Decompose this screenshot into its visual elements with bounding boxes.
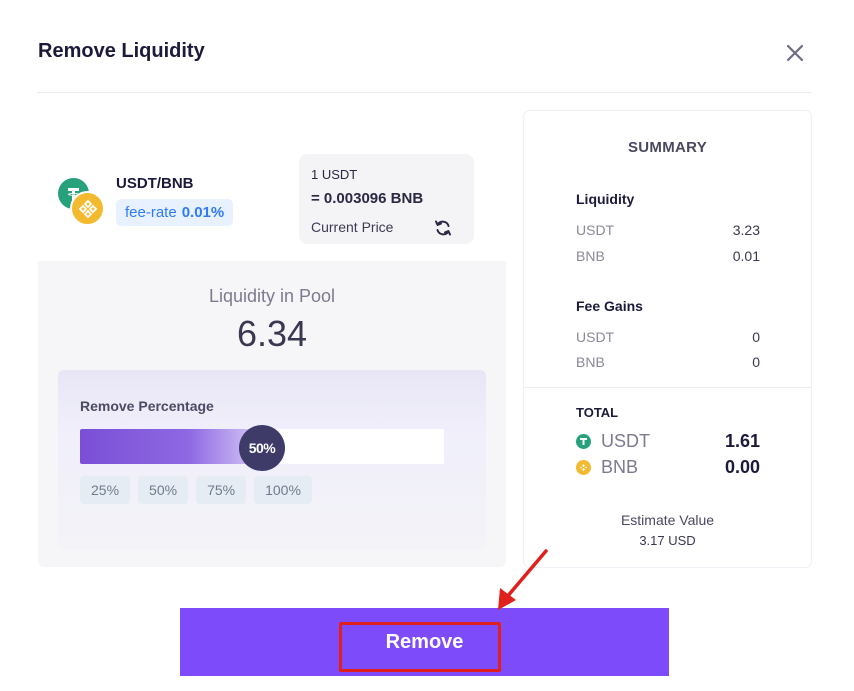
liquidity-row-bnb: BNB 0.01: [576, 248, 760, 264]
percentage-slider[interactable]: 50%: [80, 425, 444, 471]
remove-percentage-panel: Remove Percentage 50% 25% 50% 75% 100%: [58, 370, 486, 550]
liquidity-in-pool-value: 6.34: [236, 313, 308, 354]
price-base: 1 USDT: [311, 167, 358, 182]
fee-rate-label: fee-rate: [125, 204, 177, 221]
pair-card: USDT/BNB fee-rate 0.01% 1 USDT = 0.00309…: [38, 111, 506, 567]
refresh-icon[interactable]: [433, 218, 453, 238]
liquidity-section-title: Liquidity: [576, 191, 635, 207]
remove-percentage-title: Remove Percentage: [80, 398, 214, 414]
fee-gains-section-title: Fee Gains: [576, 298, 643, 314]
fee-gains-row-usdt: USDT 0: [576, 329, 760, 345]
row-token: BNB: [576, 354, 605, 370]
slider-fill: [80, 429, 262, 464]
total-row-bnb: BNB 0.00: [576, 457, 760, 478]
row-token: USDT: [576, 222, 615, 238]
summary-divider: [524, 387, 811, 388]
price-quote: = 0.003096 BNB: [311, 190, 424, 207]
row-token: BNB: [576, 248, 605, 264]
estimate-value: 3.17 USD: [639, 533, 696, 548]
pair-name: USDT/BNB: [116, 175, 194, 192]
bnb-icon: [70, 191, 105, 226]
total-row-usdt: USDT 1.61: [576, 431, 760, 452]
remove-button-label: Remove: [385, 630, 464, 653]
close-icon[interactable]: [782, 40, 808, 66]
total-value: 1.61: [724, 431, 760, 451]
liquidity-in-pool-label: Liquidity in Pool: [208, 286, 336, 306]
preset-chip[interactable]: 25%: [80, 476, 131, 504]
token-pair-icons: [58, 178, 106, 226]
fee-rate-badge: fee-rate 0.01%: [116, 199, 234, 226]
preset-chip[interactable]: 50%: [138, 476, 189, 504]
total-section-title: TOTAL: [576, 405, 619, 420]
current-price-label: Current Price: [311, 219, 394, 235]
fee-rate-value: 0.01%: [181, 204, 225, 221]
summary-card: SUMMARY Liquidity USDT 3.23 BNB 0.01 Fee…: [524, 111, 811, 567]
usdt-icon: [576, 434, 591, 449]
modal-title: Remove Liquidity: [38, 40, 205, 62]
row-token: USDT: [576, 329, 615, 345]
row-value: 3.23: [732, 222, 760, 238]
row-value: 0: [752, 329, 760, 345]
estimate-value-label: Estimate Value: [620, 512, 715, 528]
total-token: BNB: [601, 457, 639, 477]
preset-row: 25% 50% 75% 100%: [80, 476, 312, 504]
header-divider: [37, 92, 812, 93]
row-value: 0: [752, 354, 760, 370]
total-token: USDT: [601, 431, 650, 451]
summary-title: SUMMARY: [627, 139, 708, 156]
slider-handle[interactable]: 50%: [239, 425, 285, 471]
fee-gains-row-bnb: BNB 0: [576, 354, 760, 370]
bnb-icon: [576, 460, 591, 475]
row-value: 0.01: [732, 248, 760, 264]
preset-chip[interactable]: 100%: [254, 476, 312, 504]
current-price-box: 1 USDT = 0.003096 BNB Current Price: [299, 154, 474, 244]
preset-chip[interactable]: 75%: [196, 476, 247, 504]
remove-button[interactable]: Remove: [180, 608, 669, 676]
pair-header: USDT/BNB fee-rate 0.01% 1 USDT = 0.00309…: [38, 111, 506, 261]
total-value: 0.00: [724, 457, 760, 477]
liquidity-row-usdt: USDT 3.23: [576, 222, 760, 238]
